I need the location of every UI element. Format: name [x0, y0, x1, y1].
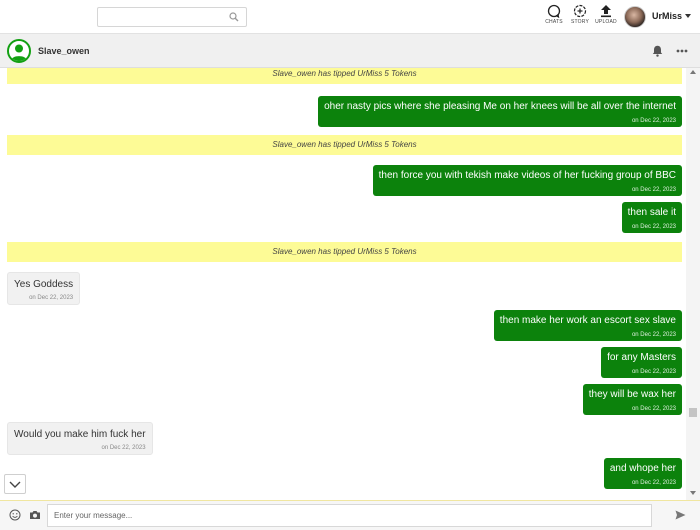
scroll-to-bottom-button[interactable] — [4, 474, 26, 494]
story-label: STORY — [570, 19, 590, 25]
user-avatar[interactable] — [624, 6, 646, 28]
message-text: oher nasty pics where she pleasing Me on… — [324, 101, 676, 112]
search-icon[interactable] — [229, 12, 239, 22]
message-text: Would you make him fuck her — [14, 429, 146, 440]
outgoing-message[interactable]: then sale it on Dec 22, 2023 — [621, 202, 682, 233]
chat-header: Slave_owen — [0, 34, 700, 68]
camera-icon[interactable] — [29, 510, 41, 520]
search-input[interactable] — [100, 9, 228, 25]
message-time: on Dec 22, 2023 — [631, 118, 676, 124]
emoji-icon[interactable] — [9, 509, 21, 521]
user-name[interactable]: UrMiss — [652, 11, 682, 21]
top-bar: CHATS STORY UPLOAD UrMiss — [0, 0, 700, 34]
outgoing-message[interactable]: for any Masters on Dec 22, 2023 — [601, 347, 682, 378]
outgoing-message[interactable]: oher nasty pics where she pleasing Me on… — [318, 96, 682, 127]
system-message-text: Slave_owen has tipped UrMiss 5 Tokens — [272, 69, 417, 78]
contact-avatar[interactable] — [7, 39, 31, 63]
message-time: on Dec 22, 2023 — [631, 480, 676, 486]
chats-label: CHATS — [545, 19, 563, 25]
outgoing-message[interactable]: then make her work an escort sex slave o… — [493, 310, 682, 341]
outgoing-message[interactable]: and whope her on Dec 22, 2023 — [603, 458, 682, 489]
message-time: on Dec 22, 2023 — [631, 332, 676, 338]
search-box[interactable] — [97, 7, 247, 27]
scroll-down-arrow-icon[interactable] — [690, 491, 696, 495]
upload-label: UPLOAD — [595, 19, 617, 25]
system-message: Slave_owen has tipped UrMiss 5 Tokens — [7, 68, 682, 84]
scroll-up-arrow-icon[interactable] — [690, 70, 696, 74]
incoming-message[interactable]: Would you make him fuck her on Dec 22, 2… — [7, 422, 153, 455]
chat-bubble-icon — [547, 4, 561, 18]
chevron-down-icon — [9, 481, 21, 488]
more-options-icon[interactable] — [676, 49, 688, 53]
message-text: and whope her — [609, 463, 676, 474]
message-text: Yes Goddess — [14, 279, 74, 290]
story-button[interactable]: STORY — [567, 4, 593, 32]
system-message: Slave_owen has tipped UrMiss 5 Tokens — [7, 135, 682, 155]
chevron-down-icon[interactable] — [685, 14, 691, 18]
outgoing-message[interactable]: then force you with tekish make videos o… — [372, 165, 682, 196]
message-text: then force you with tekish make videos o… — [378, 170, 676, 181]
message-time: on Dec 22, 2023 — [631, 406, 676, 412]
scrollbar-thumb[interactable] — [689, 408, 697, 417]
upload-icon — [601, 5, 611, 18]
message-time: on Dec 22, 2023 — [631, 369, 676, 375]
message-text: for any Masters — [607, 352, 676, 363]
chats-button[interactable]: CHATS — [541, 4, 567, 32]
incoming-message[interactable]: Yes Goddess on Dec 22, 2023 — [7, 272, 81, 305]
message-time: on Dec 22, 2023 — [631, 187, 676, 193]
system-message-text: Slave_owen has tipped UrMiss 5 Tokens — [272, 247, 417, 256]
message-time: on Dec 22, 2023 — [101, 445, 146, 451]
message-text: they will be wax her — [588, 389, 676, 400]
user-silhouette-icon — [11, 44, 27, 61]
message-text: then sale it — [627, 207, 676, 218]
story-icon — [573, 4, 587, 18]
upload-button[interactable]: UPLOAD — [593, 4, 619, 32]
bell-icon[interactable] — [652, 45, 663, 57]
message-text: then make her work an escort sex slave — [499, 315, 676, 326]
contact-name[interactable]: Slave_owen — [38, 46, 90, 56]
message-time: on Dec 22, 2023 — [631, 224, 676, 230]
system-message-text: Slave_owen has tipped UrMiss 5 Tokens — [272, 140, 417, 149]
message-input[interactable] — [47, 504, 652, 527]
message-list[interactable]: Slave_owen has tipped UrMiss 5 Tokens oh… — [0, 68, 686, 500]
message-composer — [0, 500, 700, 530]
system-message: Slave_owen has tipped UrMiss 5 Tokens — [7, 242, 682, 262]
send-icon[interactable] — [675, 510, 686, 520]
message-time: on Dec 22, 2023 — [29, 295, 74, 301]
scrollbar[interactable] — [686, 68, 700, 500]
outgoing-message[interactable]: they will be wax her on Dec 22, 2023 — [582, 384, 682, 415]
